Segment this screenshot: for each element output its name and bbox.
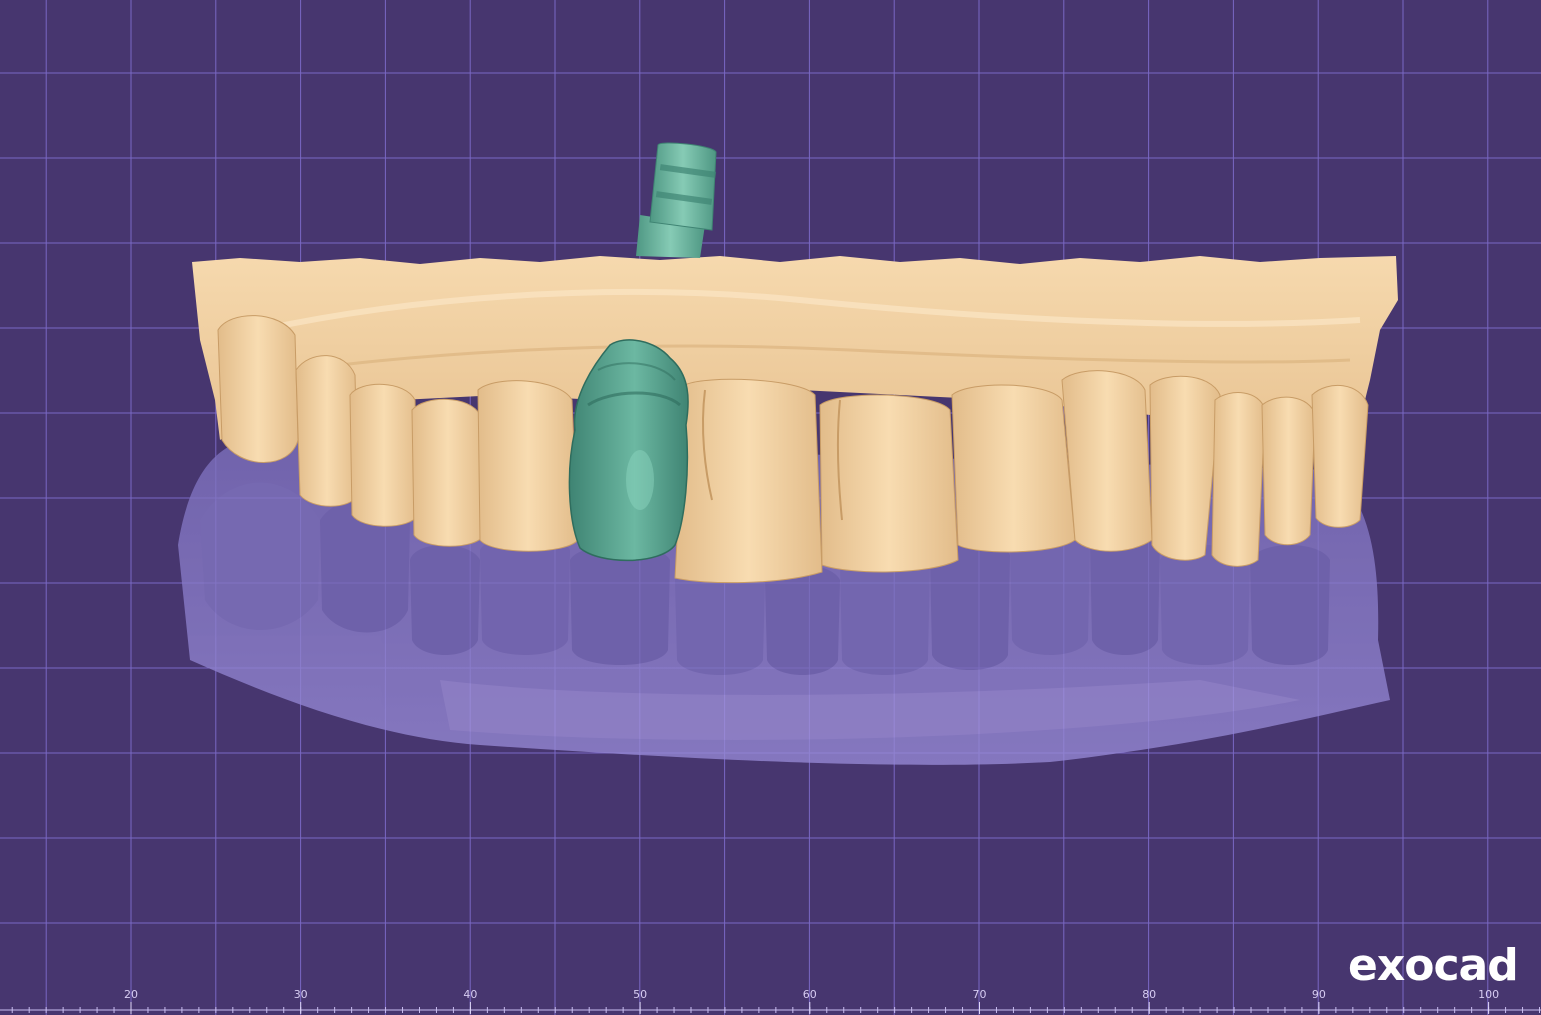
ruler-label: 60 <box>803 988 817 1001</box>
3d-viewport[interactable]: 20 30 40 50 60 70 80 90 100 exocad <box>0 0 1541 1015</box>
measurement-ruler: 20 30 40 50 60 70 80 90 100 <box>0 988 1541 1014</box>
ruler-label: 90 <box>1312 988 1326 1001</box>
ruler-label: 50 <box>633 988 647 1001</box>
ruler-label: 30 <box>294 988 308 1001</box>
ruler-label: 40 <box>463 988 477 1001</box>
ruler-label: 80 <box>1142 988 1156 1001</box>
ruler-label: 20 <box>124 988 138 1001</box>
exocad-logo: exocad <box>1348 940 1519 991</box>
ruler-label: 70 <box>973 988 987 1001</box>
